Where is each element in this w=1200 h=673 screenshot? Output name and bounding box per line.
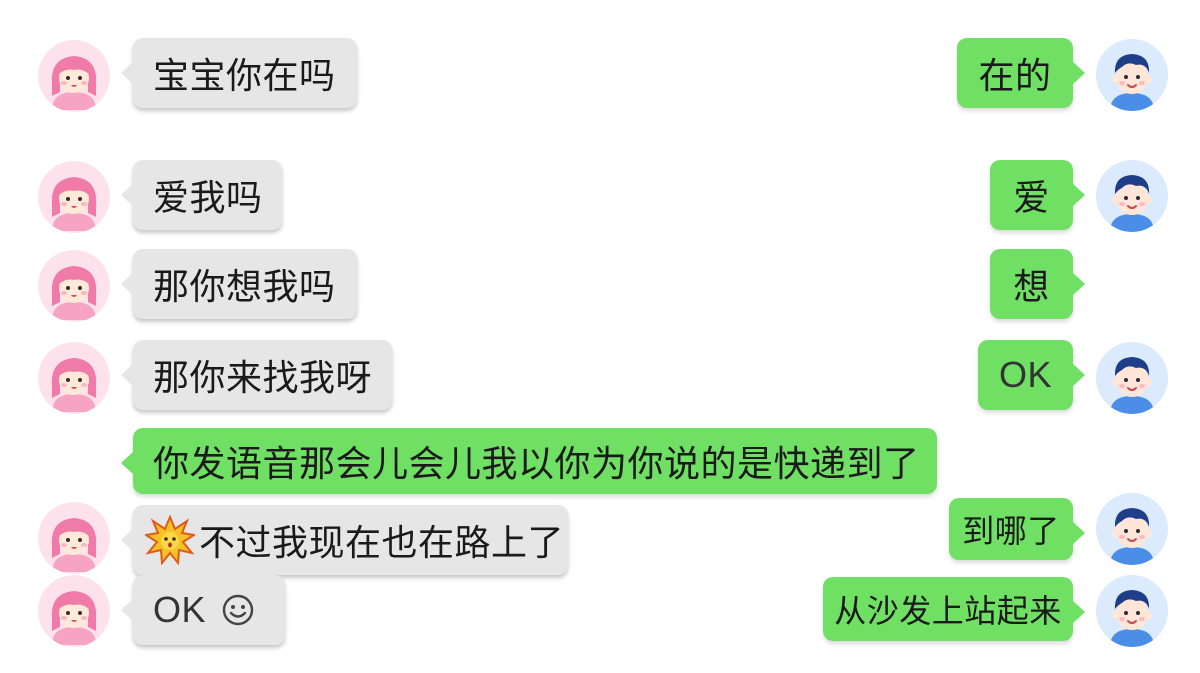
girl-avatar-icon[interactable] (38, 502, 110, 574)
incoming-message-bubble[interactable]: 宝宝你在吗 (121, 38, 357, 108)
incoming-message-bubble[interactable]: OK (121, 575, 285, 645)
outgoing-message-bubble[interactable]: 到哪了 (949, 498, 1085, 560)
message-text: 爱 (1013, 178, 1050, 219)
incoming-message-bubble[interactable]: 那你来找我呀 (121, 340, 392, 410)
girl-avatar-icon[interactable] (38, 250, 110, 322)
message-text: OK (998, 354, 1052, 395)
boy-avatar-icon[interactable] (1096, 575, 1168, 647)
boy-avatar-icon[interactable] (1096, 160, 1168, 232)
outgoing-message-bubble[interactable]: 在的 (957, 38, 1085, 108)
outgoing-message-bubble[interactable]: 你发语音那会儿会儿我以你为你说的是快递到了 (121, 428, 937, 494)
girl-avatar-icon[interactable] (38, 575, 110, 647)
outgoing-message-bubble[interactable]: OK (978, 340, 1085, 410)
message-text: 那你想我吗 (153, 267, 336, 308)
message-text: OK (153, 589, 207, 630)
incoming-message-bubble[interactable]: 爱我吗 (121, 160, 282, 230)
outgoing-message-bubble[interactable]: 从沙发上站起来 (823, 577, 1085, 641)
incoming-message-bubble[interactable]: 那你想我吗 (121, 249, 357, 319)
outgoing-message-bubble[interactable]: 爱 (990, 160, 1085, 230)
girl-avatar-icon[interactable] (38, 342, 110, 414)
message-text: 爱我吗 (153, 178, 263, 219)
girl-avatar-icon[interactable] (38, 161, 110, 233)
smiley-face-icon (222, 594, 254, 626)
message-text: 不过我现在也在路上了 (199, 523, 565, 564)
explosion-face-icon (145, 515, 195, 565)
message-text: 你发语音那会儿会儿我以你为你说的是快递到了 (153, 444, 920, 485)
boy-avatar-icon[interactable] (1096, 342, 1168, 414)
outgoing-message-bubble[interactable]: 想 (990, 249, 1085, 319)
message-text: 想 (1013, 267, 1050, 308)
message-text: 那你来找我呀 (153, 358, 373, 399)
message-text: 从沙发上站起来 (834, 592, 1062, 630)
message-text: 到哪了 (962, 512, 1060, 550)
girl-avatar-icon[interactable] (38, 40, 110, 112)
boy-avatar-icon[interactable] (1096, 493, 1168, 565)
message-text: 在的 (978, 56, 1052, 97)
boy-avatar-icon[interactable] (1096, 39, 1168, 111)
message-text: 宝宝你在吗 (153, 56, 336, 97)
incoming-message-bubble[interactable]: 不过我现在也在路上了 (121, 505, 568, 575)
